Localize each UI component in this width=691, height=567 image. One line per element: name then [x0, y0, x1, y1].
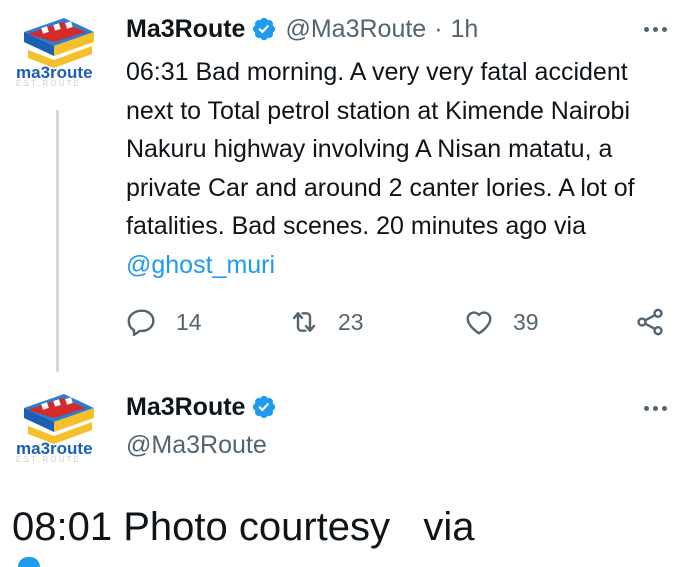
more-icon[interactable] — [637, 19, 673, 39]
handle[interactable]: @Ma3Route — [285, 15, 426, 44]
svg-text:E S T . R O U T E: E S T . R O U T E — [16, 79, 79, 88]
share-button[interactable] — [634, 300, 666, 344]
ma3route-logo-icon: ma3route E S T . R O U T E — [16, 394, 94, 464]
focused-tweet-text: 08:01 Photo courtesy via — [12, 505, 475, 549]
verified-badge-icon — [253, 17, 276, 41]
retweet-count: 23 — [338, 308, 364, 335]
thread-line — [56, 110, 59, 372]
tweet-handle-row: @Ma3Route — [126, 430, 267, 460]
display-name[interactable]: Ma3Route — [126, 15, 245, 44]
share-icon — [637, 308, 663, 336]
tweet-text-main: 06:31 Bad morning. A very very fatal acc… — [126, 58, 635, 240]
handle[interactable]: @Ma3Route — [126, 431, 267, 460]
tweet-actions: 14 23 39 — [126, 300, 671, 344]
tweet-header: Ma3Route — [126, 392, 285, 422]
display-name[interactable]: Ma3Route — [126, 393, 245, 422]
verified-badge-icon — [253, 395, 276, 419]
reply-button[interactable]: 14 — [126, 300, 202, 344]
timestamp[interactable]: 1h — [451, 15, 479, 44]
tweet-text: 06:31 Bad morning. A very very fatal acc… — [126, 53, 676, 284]
more-icon[interactable] — [637, 398, 673, 418]
retweet-button[interactable]: 23 — [288, 300, 364, 344]
ma3route-logo-icon: ma3route E S T . R O U T E — [16, 18, 94, 88]
tweet-1[interactable]: ma3route E S T . R O U T E Ma3Route @Ma3… — [0, 0, 691, 372]
retweet-icon — [292, 312, 316, 332]
avatar[interactable]: ma3route E S T . R O U T E — [12, 386, 108, 466]
tweet-header: Ma3Route @Ma3Route · 1h — [126, 14, 478, 44]
like-count: 39 — [513, 308, 539, 335]
like-button[interactable]: 39 — [463, 300, 539, 344]
reply-count: 14 — [176, 308, 202, 335]
avatar[interactable]: ma3route E S T . R O U T E — [12, 10, 108, 90]
separator-dot: · — [434, 14, 443, 43]
like-icon — [466, 311, 492, 335]
svg-text:E S T . R O U T E: E S T . R O U T E — [16, 455, 79, 464]
mention-link[interactable]: @ghost_muri — [126, 251, 275, 279]
reply-icon — [127, 309, 155, 337]
